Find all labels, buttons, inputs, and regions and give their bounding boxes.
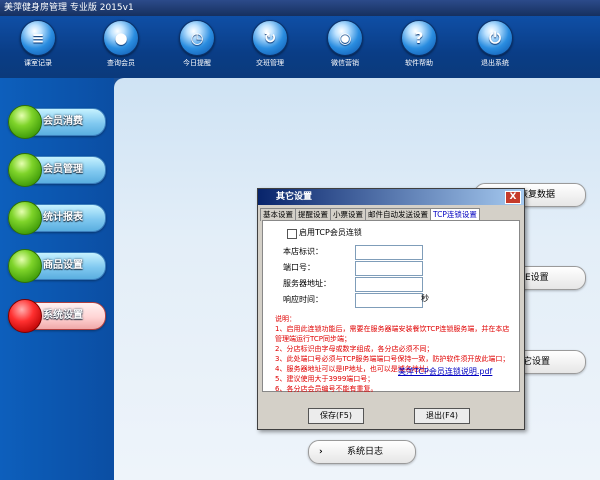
toolbar-item-software-help[interactable]: ? 软件帮助: [391, 20, 447, 68]
port-input[interactable]: [355, 261, 423, 276]
toolbar-label: 课室记录: [24, 59, 52, 67]
help-icon: ?: [401, 20, 437, 56]
wechat-icon: ◉: [327, 20, 363, 56]
pill-label: 它设置: [523, 357, 551, 367]
notebook-icon: ≡: [20, 20, 56, 56]
sidebar-item-label: 系统设置: [43, 310, 83, 321]
close-button[interactable]: X: [505, 191, 521, 204]
green-ball-icon: [8, 153, 42, 187]
window-title: 美萍健身房管理 专业版 2015v1: [0, 0, 600, 16]
note-item: 2、分店标识由字母或数字组成，各分店必须不同；: [275, 345, 434, 353]
red-ball-icon: [8, 299, 42, 333]
sidebar-item-member-consumption[interactable]: 会员消费: [8, 105, 106, 139]
toolbar-label: 微信营销: [331, 59, 359, 67]
sidebar-item-statistics[interactable]: 统计报表: [8, 201, 106, 235]
power-icon: ⏻: [477, 20, 513, 56]
pill-label: E设置: [525, 273, 549, 283]
toolbar-label: 查询会员: [107, 59, 135, 67]
sidebar-item-goods-settings[interactable]: 商品设置: [8, 249, 106, 283]
sidebar-item-label: 统计报表: [43, 212, 83, 223]
exit-button[interactable]: 退出(F4): [414, 408, 470, 424]
store-id-input[interactable]: [355, 245, 423, 260]
sidebar-item-label: 商品设置: [43, 260, 83, 271]
note-item: 6、各分店会员编号不能有重复。: [275, 385, 378, 393]
sidebar-item-label: 会员消费: [43, 116, 83, 127]
sidebar: 会员消费 会员管理 统计报表 商品设置 系统设置: [0, 78, 114, 480]
toolbar-item-shift-handover[interactable]: ↻ 交班管理: [242, 20, 298, 68]
seconds-unit-label: 秒: [421, 294, 429, 303]
green-ball-icon: [8, 105, 42, 139]
user-icon: ●: [103, 20, 139, 56]
store-id-label: 本店标识：: [283, 247, 323, 256]
save-button[interactable]: 保存(F5): [308, 408, 364, 424]
port-label: 端口号：: [283, 263, 315, 272]
pill-label: 系统日志: [347, 447, 384, 457]
toolbar-item-query-member[interactable]: ● 查询会员: [93, 20, 149, 68]
green-ball-icon: [8, 249, 42, 283]
dialog-title: 其它设置: [258, 189, 524, 205]
toolbar-label: 今日提醒: [183, 59, 211, 67]
system-log-button[interactable]: › 系统日志: [308, 440, 416, 464]
toolbar-item-today-reminder[interactable]: ◷ 今日提醒: [169, 20, 225, 68]
green-ball-icon: [8, 201, 42, 235]
enable-tcp-label: 启用TCP会员连锁: [299, 228, 362, 237]
toolbar-label: 退出系统: [481, 59, 509, 67]
note-item: 3、此处端口号必须与TCP服务端端口号保持一致，防护软件须开放此端口；: [275, 355, 510, 363]
tcp-settings-panel: 启用TCP会员连锁 本店标识： 端口号： 服务器地址： 响应时间： 秒 说明： …: [262, 220, 520, 394]
toolbar-label: 交班管理: [256, 59, 284, 67]
notes-title: 说明：: [275, 315, 296, 323]
clock-icon: ◷: [179, 20, 215, 56]
enable-tcp-checkbox[interactable]: [287, 229, 297, 239]
toolbar: ≡ 课室记录 ● 查询会员 ◷ 今日提醒 ↻ 交班管理 ◉ 微信营销 ? 软件帮…: [0, 16, 600, 78]
toolbar-item-exit-system[interactable]: ⏻ 退出系统: [467, 20, 523, 68]
sidebar-item-system-settings[interactable]: 系统设置: [8, 299, 106, 333]
toolbar-item-wechat-marketing[interactable]: ◉ 微信营销: [317, 20, 373, 68]
refresh-icon: ↻: [252, 20, 288, 56]
notes-section: 说明： 1、启用此连锁功能后，需要在服务器端安装餐饮TCP连锁服务端，并在本店管…: [275, 314, 515, 394]
dialog-tabs: 基本设置 提醒设置 小票设置 邮件自动发送设置 TCP连锁设置: [260, 208, 480, 221]
tcp-manual-link[interactable]: 美萍TCP会员连锁说明.pdf: [398, 366, 492, 377]
server-address-input[interactable]: [355, 277, 423, 292]
sidebar-item-label: 会员管理: [43, 164, 83, 175]
response-time-input[interactable]: [355, 293, 423, 308]
chevron-right-icon: ›: [319, 447, 323, 457]
other-settings-dialog: 其它设置 X 基本设置 提醒设置 小票设置 邮件自动发送设置 TCP连锁设置 启用TCP…: [257, 188, 525, 430]
toolbar-label: 软件帮助: [405, 59, 433, 67]
toolbar-item-class-records[interactable]: ≡ 课室记录: [10, 20, 66, 68]
response-time-label: 响应时间：: [283, 295, 323, 304]
sidebar-item-member-management[interactable]: 会员管理: [8, 153, 106, 187]
note-item: 1、启用此连锁功能后，需要在服务器端安装餐饮TCP连锁服务端，并在本店管理端运行…: [275, 325, 510, 343]
server-address-label: 服务器地址：: [283, 279, 331, 288]
